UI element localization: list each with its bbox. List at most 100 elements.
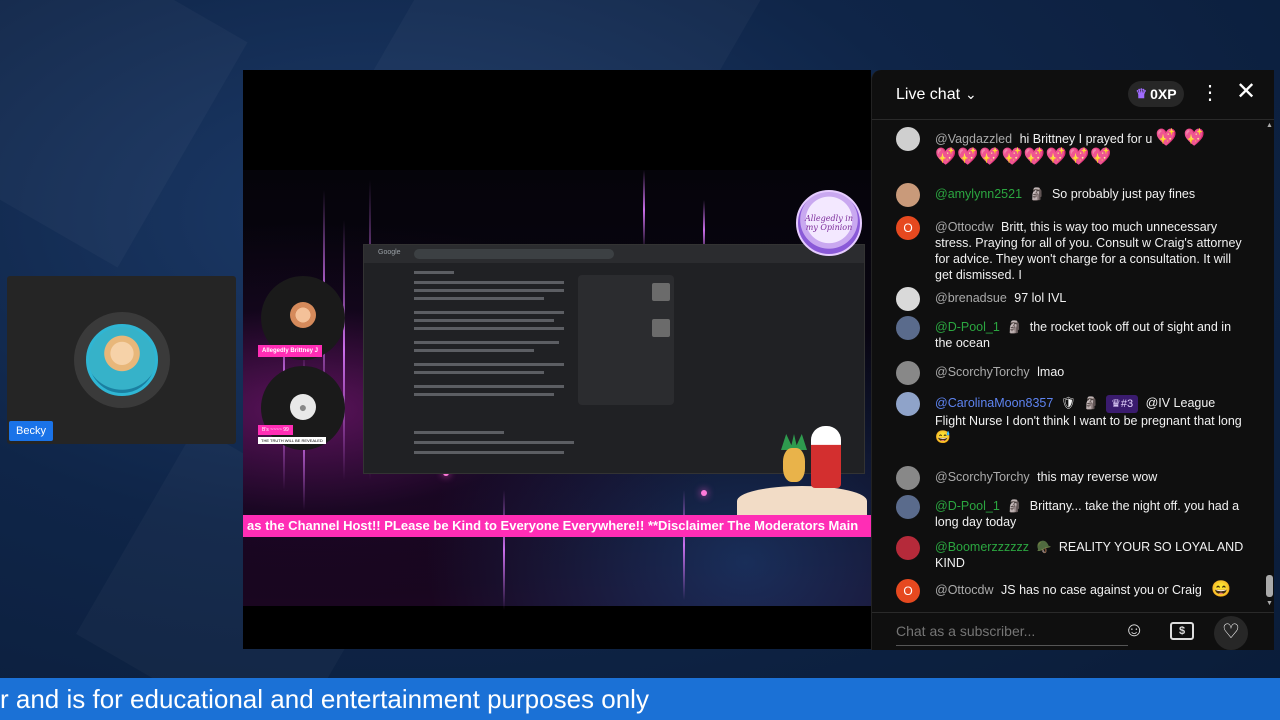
text-line <box>414 349 534 352</box>
guest-name-tag: Becky <box>9 421 53 441</box>
avatar <box>896 361 920 385</box>
sand-shape <box>737 486 867 516</box>
text-line <box>414 319 554 322</box>
beach-santa-decoration <box>737 420 867 516</box>
member-badge-icon: 🗿 <box>1083 396 1099 410</box>
chat-username[interactable]: @Boomerzzzzzz <box>935 540 1029 554</box>
chat-username[interactable]: @brenadsue <box>935 291 1007 305</box>
guest-avatar-ring <box>74 312 170 408</box>
heart-emoji-icons: 💖💖💖💖💖💖💖💖 <box>935 147 1113 166</box>
moderator-shield-icon: 🛡 <box>1060 396 1077 410</box>
chat-text: lmao <box>1037 365 1065 379</box>
text-line <box>414 451 564 454</box>
avatar-letter: O <box>903 584 913 598</box>
chat-message-body: @brenadsue 97 lol IVL <box>935 290 1246 306</box>
heart-icon[interactable]: ♡ <box>1214 616 1248 650</box>
close-icon[interactable]: ✕ <box>1236 80 1256 104</box>
chat-message-body: @Ottocdw Britt, this is way too much unn… <box>935 219 1246 283</box>
chat-username[interactable]: @D-Pool_1 <box>935 499 1000 513</box>
screen-share-logo: Google <box>378 249 401 256</box>
chat-message-body: @amylynn2521 🗿 So probably just pay fine… <box>935 186 1246 202</box>
avatar <box>896 536 920 560</box>
screen-share-sidecard <box>578 275 674 405</box>
chat-username[interactable]: @ScorchyTorchy <box>935 470 1030 484</box>
super-chat-icon[interactable]: $ <box>1170 622 1194 640</box>
member-badge-icon: 🗿 <box>1007 499 1023 513</box>
avatar <box>896 392 920 416</box>
scroll-down-icon[interactable]: ▼ <box>1266 600 1273 607</box>
rank-badge: ♛#3 <box>1105 395 1139 413</box>
text-line <box>414 363 564 366</box>
chat-message-body: @CarolinaMoon8357 🛡 🗿 ♛#3 @IV League Fli… <box>935 395 1246 445</box>
avatar: O <box>896 216 920 240</box>
avatar <box>896 183 920 207</box>
chat-username[interactable]: @Ottocdw <box>935 583 994 597</box>
main-stream-video[interactable]: Google Allegedly Brittney J ● B's ~~~~ 9… <box>243 70 871 649</box>
avatar: O <box>896 579 920 603</box>
guest-name-label: B's ~~~~ 99 <box>258 425 293 435</box>
avatar-letter: O <box>903 221 913 235</box>
chat-message-body: @Ottocdw JS has no case against you or C… <box>935 582 1246 598</box>
laser-beam <box>343 220 345 480</box>
scrollbar-thumb[interactable] <box>1266 575 1273 597</box>
chat-text: So probably just pay fines <box>1051 187 1196 201</box>
avatar <box>896 495 920 519</box>
laser-beam <box>643 170 645 250</box>
input-underline <box>896 645 1128 646</box>
chat-username[interactable]: @CarolinaMoon8357 <box>935 396 1053 410</box>
chat-input[interactable] <box>896 623 1116 639</box>
more-options-icon[interactable]: ⋮ <box>1200 83 1220 103</box>
scroll-up-icon[interactable]: ▲ <box>1266 122 1273 129</box>
chat-username[interactable]: @D-Pool_1 <box>935 320 1000 334</box>
chat-username[interactable]: @Vagdazzled <box>935 132 1012 146</box>
chat-message-body: @D-Pool_1 🗿 the rocket took off out of s… <box>935 319 1246 351</box>
live-chat-panel: Live chat ⌄ ♛ 0XP ⋮ ✕ @Vagdazzled hi Bri… <box>871 70 1274 650</box>
member-badge-icon: 🪖 <box>1036 540 1052 554</box>
text-line <box>414 271 454 274</box>
user-placeholder-icon: ● <box>290 394 316 420</box>
chat-scrollbar[interactable]: ▲ ▼ <box>1266 120 1274 610</box>
text-line <box>414 289 564 292</box>
text-line <box>414 371 544 374</box>
xp-button[interactable]: ♛ 0XP <box>1128 81 1184 107</box>
chat-message-list[interactable]: @Vagdazzled hi Brittney I prayed for u 💖… <box>872 121 1264 611</box>
text-line <box>414 311 564 314</box>
emoji-icon[interactable]: ☺ <box>1124 619 1144 642</box>
screen-share-search <box>414 249 614 259</box>
screen-share-toolbar: Google <box>364 245 864 263</box>
avatar <box>86 324 158 396</box>
chat-message-body: @D-Pool_1 🗿 Brittany... take the night o… <box>935 498 1246 530</box>
avatar <box>290 302 316 328</box>
crown-icon: ♛ <box>1135 86 1148 101</box>
chat-username[interactable]: @amylynn2521 <box>935 187 1022 201</box>
laser-beam <box>683 490 685 600</box>
text-line <box>414 385 564 388</box>
thumbnail <box>652 283 670 301</box>
chat-username[interactable]: @ScorchyTorchy <box>935 365 1030 379</box>
channel-logo-text: Allegedly in my Opinion <box>805 214 853 232</box>
chat-title[interactable]: Live chat <box>896 86 960 104</box>
avatar <box>896 316 920 340</box>
guest-video-tile[interactable]: Becky <box>7 276 236 444</box>
text-line <box>414 393 554 396</box>
chat-username[interactable]: @Ottocdw <box>935 220 994 234</box>
chat-header: Live chat ⌄ ♛ 0XP ⋮ ✕ <box>872 70 1274 120</box>
member-badge-icon: 🗿 <box>1029 187 1045 201</box>
scrolling-ticker: as the Channel Host!! PLease be Kind to … <box>243 515 871 537</box>
text-line <box>414 281 564 284</box>
chat-text: JS has no case against you or Craig <box>1001 583 1202 597</box>
chat-message-body: @Boomerzzzzzz 🪖 REALITY YOUR SO LOYAL AN… <box>935 539 1246 571</box>
chat-message-body: @ScorchyTorchy this may reverse wow <box>935 469 1246 485</box>
chevron-down-icon[interactable]: ⌄ <box>965 86 977 103</box>
chat-text: hi Brittney I prayed for u <box>1019 132 1153 146</box>
guest-sublabel: THE TRUTH WILL BE REVEALED <box>258 437 326 444</box>
host-name-label: Allegedly Brittney J <box>258 345 323 357</box>
chat-text: 97 lol IVL <box>1014 291 1067 305</box>
background-hex <box>0 0 248 268</box>
smile-emoji-icon: 😄 <box>1211 581 1232 598</box>
text-line <box>414 341 559 344</box>
text-line <box>414 297 544 300</box>
pineapple-shape <box>783 448 805 482</box>
laser-beam <box>503 490 505 610</box>
thumbnail <box>652 319 670 337</box>
